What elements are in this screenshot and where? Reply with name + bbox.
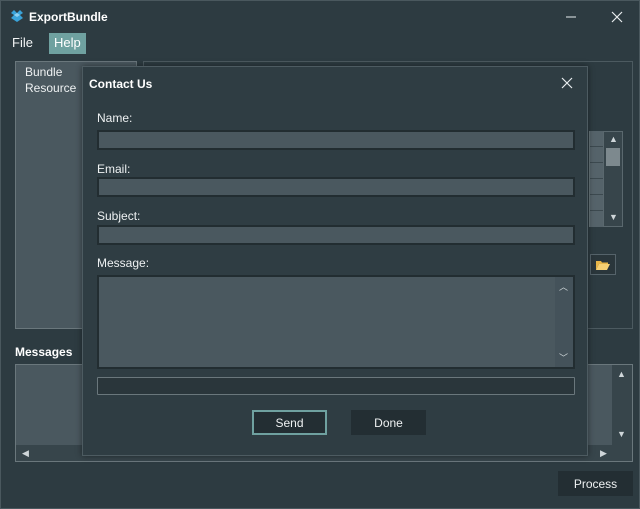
message-textarea[interactable]: ︿ ﹀ bbox=[97, 275, 575, 369]
folder-open-icon bbox=[596, 260, 610, 270]
email-label: Email: bbox=[97, 162, 131, 176]
app-title: ExportBundle bbox=[29, 10, 108, 24]
subject-label: Subject: bbox=[97, 209, 141, 223]
send-button[interactable]: Send bbox=[252, 410, 327, 435]
minimize-icon bbox=[566, 16, 576, 18]
scroll-down-icon[interactable]: ▼ bbox=[617, 429, 626, 439]
title-bar: ExportBundle bbox=[1, 1, 639, 33]
process-button[interactable]: Process bbox=[558, 471, 633, 496]
messages-vertical-scrollbar[interactable]: ▲ ▼ bbox=[612, 365, 632, 445]
messages-label: Messages bbox=[15, 345, 73, 359]
menu-bar: File Help bbox=[1, 33, 86, 54]
send-progress-bar bbox=[97, 377, 575, 395]
minimize-button[interactable] bbox=[553, 5, 589, 29]
tree-item-bundle[interactable]: Bundle bbox=[25, 65, 62, 79]
scroll-down-icon[interactable]: ﹀ bbox=[559, 351, 568, 364]
scroll-up-icon[interactable]: ▲ bbox=[617, 369, 626, 379]
close-window-button[interactable] bbox=[599, 5, 635, 29]
grid-scrollbar[interactable]: ▲ ▼ bbox=[603, 131, 623, 227]
browse-folder-button[interactable] bbox=[590, 254, 616, 275]
grid-column-strip bbox=[589, 131, 603, 227]
scroll-up-icon[interactable]: ︿ bbox=[559, 280, 568, 293]
scroll-thumb[interactable] bbox=[606, 148, 620, 166]
message-scrollbar[interactable]: ︿ ﹀ bbox=[555, 277, 573, 367]
close-icon bbox=[611, 11, 623, 23]
close-icon bbox=[561, 77, 573, 89]
email-input[interactable] bbox=[97, 177, 575, 197]
dialog-title: Contact Us bbox=[89, 77, 153, 91]
contact-us-dialog: Contact Us Name: Email: Subject: Message… bbox=[82, 66, 588, 456]
scroll-down-icon[interactable]: ▼ bbox=[609, 212, 618, 222]
scroll-up-icon[interactable]: ▲ bbox=[609, 134, 618, 144]
tree-item-resource[interactable]: Resource bbox=[25, 81, 76, 95]
name-label: Name: bbox=[97, 111, 133, 125]
dialog-close-button[interactable] bbox=[553, 73, 581, 93]
menu-help[interactable]: Help bbox=[48, 33, 86, 54]
bundle-app-icon bbox=[11, 10, 23, 22]
menu-file[interactable]: File bbox=[7, 33, 38, 54]
scroll-right-icon[interactable]: ▶ bbox=[600, 448, 607, 459]
done-button[interactable]: Done bbox=[351, 410, 426, 435]
name-input[interactable] bbox=[97, 130, 575, 150]
subject-input[interactable] bbox=[97, 225, 575, 245]
scroll-left-icon[interactable]: ◀ bbox=[22, 448, 29, 459]
message-label: Message: bbox=[97, 256, 150, 270]
